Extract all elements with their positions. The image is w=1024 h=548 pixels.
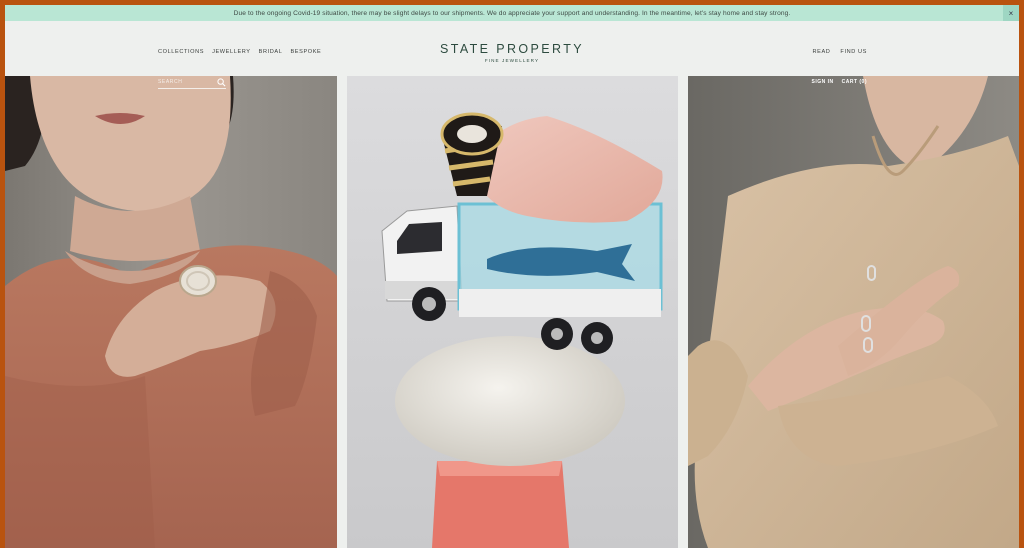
search-bar	[158, 76, 226, 89]
close-icon[interactable]: ×	[1003, 5, 1019, 21]
still-life-truck-image	[347, 76, 678, 548]
nav-find-us[interactable]: FIND US	[840, 49, 867, 55]
announcement-banner: Due to the ongoing Covid-19 situation, t…	[5, 5, 1019, 21]
account-links: SIGN IN CART (0)	[811, 79, 867, 85]
secondary-nav: READ FIND US	[812, 49, 867, 55]
nav-read[interactable]: READ	[812, 49, 830, 55]
hero-image-right[interactable]	[688, 76, 1019, 548]
search-input[interactable]	[158, 79, 213, 85]
model-beige-image	[688, 76, 1019, 548]
search-icon[interactable]	[217, 77, 226, 87]
cart-link[interactable]: CART (0)	[842, 79, 867, 85]
hero-image-center[interactable]	[347, 76, 678, 548]
brand-tagline: FINE JEWELLERY	[484, 58, 540, 63]
site-header: COLLECTIONS JEWELLERY BRIDAL BESPOKE STA…	[5, 21, 1019, 76]
hero-image-left[interactable]	[5, 76, 337, 548]
sign-in-link[interactable]: SIGN IN	[811, 79, 833, 85]
model-terracotta-image	[5, 76, 337, 548]
page: Due to the ongoing Covid-19 situation, t…	[5, 5, 1019, 548]
banner-text: Due to the ongoing Covid-19 situation, t…	[233, 9, 791, 17]
